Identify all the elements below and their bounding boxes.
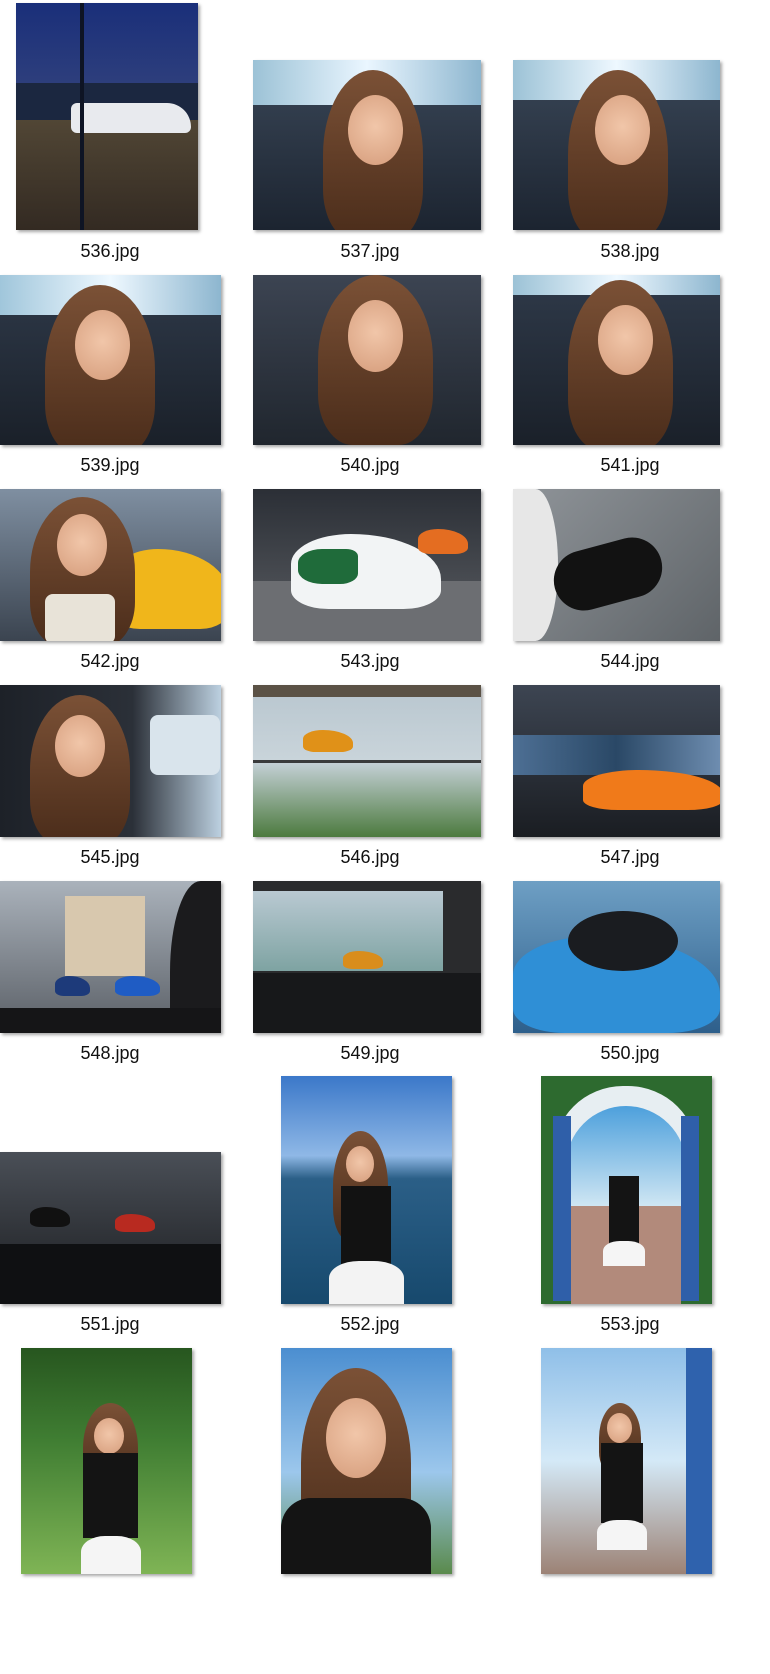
file-name-label: 537.jpg [340,241,400,261]
file-name-label: 545.jpg [80,847,140,867]
file-name-label: 544.jpg [600,651,660,671]
thumbnail-image[interactable] [513,685,720,837]
thumbnail-image[interactable] [0,685,221,837]
file-name-label: 539.jpg [80,455,140,475]
file-name-label: 547.jpg [600,847,660,867]
thumbnail-image[interactable] [0,489,221,641]
thumbnail-image[interactable] [513,275,720,445]
thumbnail-image[interactable] [21,1348,192,1574]
thumbnail-image[interactable] [253,881,481,1033]
file-name-label: 538.jpg [600,241,660,261]
thumbnail-image[interactable] [513,881,720,1033]
file-name-label: 546.jpg [340,847,400,867]
file-name-label: 540.jpg [340,455,400,475]
thumbnail-image[interactable] [0,275,221,445]
thumbnail-image[interactable] [541,1348,712,1574]
thumbnail-image[interactable] [281,1348,452,1574]
file-name-label: 541.jpg [600,455,660,475]
thumbnail-image[interactable] [253,275,481,445]
file-name-label: 536.jpg [80,241,140,261]
thumbnail-image[interactable] [513,60,720,230]
thumbnail-image[interactable] [253,60,481,230]
thumbnail-image[interactable] [253,489,481,641]
file-name-label: 548.jpg [80,1043,140,1063]
file-name-label: 550.jpg [600,1043,660,1063]
thumbnail-image[interactable] [0,881,221,1033]
thumbnail-image[interactable] [281,1076,452,1304]
file-name-label: 552.jpg [340,1314,400,1334]
file-name-label: 542.jpg [80,651,140,671]
file-name-label: 543.jpg [340,651,400,671]
file-name-label: 549.jpg [340,1043,400,1063]
thumbnail-image[interactable] [0,1152,221,1304]
file-name-label: 553.jpg [600,1314,660,1334]
thumbnail-image[interactable] [541,1076,712,1304]
thumbnail-image[interactable] [253,685,481,837]
file-name-label: 551.jpg [80,1314,140,1334]
thumbnail-image[interactable] [16,3,198,230]
thumbnail-image[interactable] [513,489,720,641]
